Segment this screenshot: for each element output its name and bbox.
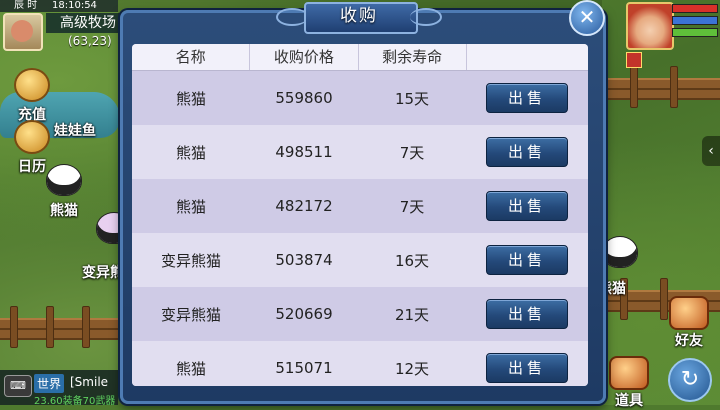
action-cell: 出售 [466,353,588,383]
pet-price: 515071 [275,359,333,377]
pet-life: 21天 [394,305,430,324]
items-label: 道具 [615,393,643,409]
table-header: 名称 收购价格 剩余寿命 [132,44,588,71]
pet-price: 498511 [275,143,333,161]
chat-channel: 世界 [34,374,65,393]
buff-icon[interactable] [626,52,642,68]
friends-label: 好友 [675,333,703,349]
chat-message: [Smile [70,375,109,389]
fence-post [10,306,18,348]
sell-button[interactable]: 出售 [486,245,568,275]
avatar[interactable] [3,13,43,51]
col-life-header: 剩余寿命 [359,44,467,70]
sell-button[interactable]: 出售 [486,137,568,167]
chevron-left-icon[interactable]: ‹ [702,136,720,166]
exp-bar [672,28,718,37]
sell-button[interactable]: 出售 [486,83,568,113]
status-bars [672,4,718,40]
pet-name: 熊猫 [175,359,206,378]
pet-price: 503874 [275,251,333,269]
clock-label: 18:10:54 [52,0,97,11]
col-price-header: 收购价格 [250,44,359,70]
sell-button[interactable]: 出售 [486,191,568,221]
table-row: 熊猫 559860 15天 出售 [132,71,588,125]
action-cell: 出售 [466,245,588,275]
time-bar: 辰 时 18:10:54 [0,0,118,12]
treasure-chest-icon [609,356,649,390]
pet-life: 7天 [399,197,425,216]
panda-label-left: 熊猫 [50,203,78,219]
table-row: 熊猫 482172 7天 出售 [132,179,588,233]
shichen-label: 辰 时 [14,0,38,11]
pet-price: 520669 [275,305,333,323]
mp-bar [672,16,718,25]
action-cell: 出售 [466,83,588,113]
hero-portrait-icon[interactable] [626,2,674,50]
fence-post [630,66,638,108]
pet-name: 熊猫 [175,197,206,216]
action-cell: 出售 [466,191,588,221]
action-cell: 出售 [466,137,588,167]
panda-sprite[interactable] [602,236,638,268]
calendar-icon [14,120,50,154]
pet-name: 变异熊猫 [160,305,221,324]
items-button[interactable]: 道具 [604,356,654,410]
purchase-table: 名称 收购价格 剩余寿命 熊猫 559860 15天 出售 熊猫 498511 … [132,44,588,386]
table-row: 变异熊猫 503874 16天 出售 [132,233,588,287]
handshake-icon [669,296,709,330]
close-icon[interactable]: ✕ [569,0,605,36]
pet-life: 12天 [394,359,430,378]
fence-post [670,66,678,108]
pet-life: 7天 [399,143,425,162]
hp-bar [672,4,718,13]
pet-name: 熊猫 [175,89,206,108]
pet-price: 559860 [275,89,333,107]
pet-life: 15天 [394,89,430,108]
table-row: 熊猫 515071 12天 出售 [132,341,588,386]
pet-name: 变异熊猫 [160,251,221,270]
dialog-title: 收购 [340,6,378,26]
gift-chest-icon [14,68,50,102]
calendar-label: 日历 [18,159,46,175]
col-name-header: 名称 [132,44,251,70]
table-row: 变异熊猫 520669 21天 出售 [132,287,588,341]
fence [600,78,720,100]
table-body: 熊猫 559860 15天 出售 熊猫 498511 7天 出售 熊猫 4821… [132,71,588,386]
recharge-button[interactable]: 充值 [2,68,62,124]
pet-price: 482172 [275,197,333,215]
col-action-header [467,44,588,70]
action-cell: 出售 [466,299,588,329]
refresh-icon[interactable]: ↻ [668,358,712,402]
sell-button[interactable]: 出售 [486,353,568,383]
panda-sprite[interactable] [46,164,82,196]
table-row: 熊猫 498511 7天 出售 [132,125,588,179]
friends-button[interactable]: 好友 [664,296,714,350]
pet-name: 熊猫 [175,143,206,162]
fence-post [46,306,54,348]
sell-button[interactable]: 出售 [486,299,568,329]
pet-life: 16天 [394,251,430,270]
chat-bar[interactable]: ⌨ 世界 [Smile 23.60装备70武器 [0,370,118,407]
keyboard-icon[interactable]: ⌨ [4,375,32,397]
ranch-coords: (63,23) [68,34,112,48]
fence-post [82,306,90,348]
